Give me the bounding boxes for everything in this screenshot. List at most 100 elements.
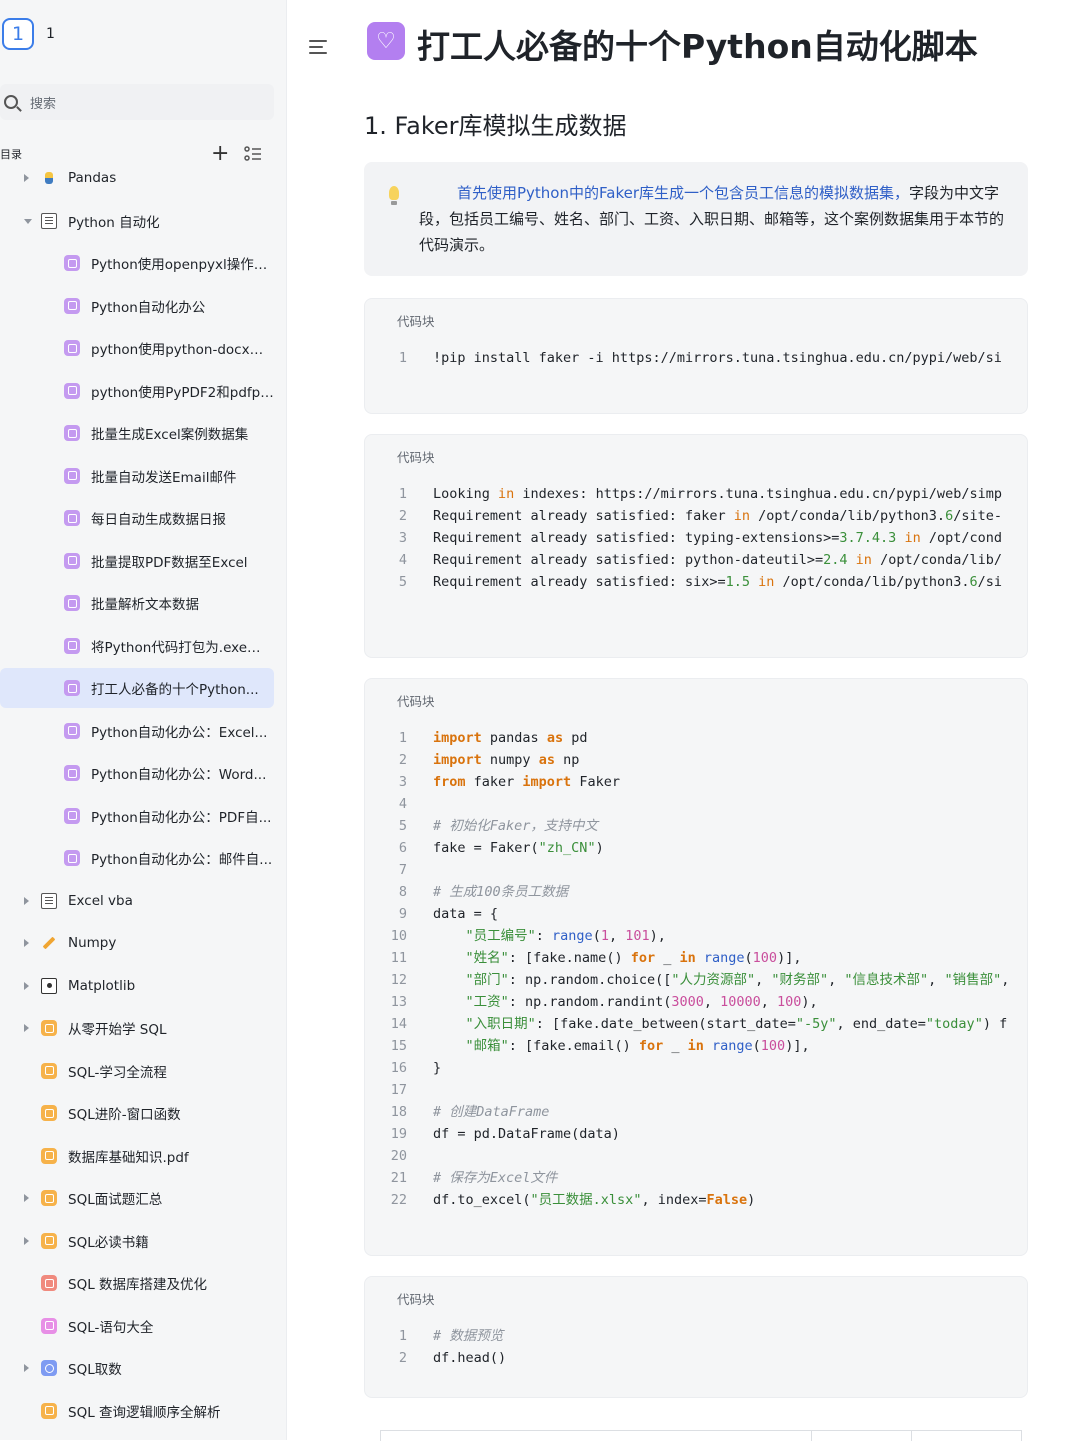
code-line: 16}	[365, 1057, 1027, 1079]
code-line: 4	[365, 793, 1027, 815]
tree-item[interactable]: Python自动化办公	[0, 286, 274, 326]
lightbulb-icon	[389, 186, 399, 205]
tree-item[interactable]: 打工人必备的十个Python...	[0, 668, 274, 708]
tree-item[interactable]: Python使用openpyxl操作e...	[0, 243, 274, 283]
chevron-right-icon[interactable]	[24, 981, 29, 990]
tree-item[interactable]: SQL 查询逻辑顺序全解析	[0, 1391, 274, 1431]
code-line: 1 import pandas as pd	[365, 727, 1027, 749]
tree-item[interactable]: 数据库基础知识.pdf	[0, 1136, 274, 1176]
tree-item-label: Matplotlib	[68, 977, 136, 994]
tree-item[interactable]: SQL-学习全流程	[0, 1051, 274, 1091]
tree-item[interactable]: 将Python代码打包为.exe程序	[0, 626, 274, 666]
chevron-right-icon[interactable]	[24, 1236, 29, 1245]
code-text: # 保存为Excel文件	[433, 1170, 558, 1186]
tree-item-label: SQL 数据库搭建及优化	[68, 1277, 208, 1293]
tree-item[interactable]: SQL取数	[0, 1348, 274, 1388]
tree-item[interactable]: Numpy	[0, 923, 274, 963]
tree-item[interactable]: 从零开始学 SQL	[0, 1008, 274, 1048]
tree-item[interactable]: Python自动化办公：Word...	[0, 753, 274, 793]
code-text: from faker import Faker	[433, 774, 620, 790]
code-block-caption: 代码块	[397, 694, 435, 709]
line-number: 4	[398, 796, 407, 812]
code-text: df = pd.DataFrame(data)	[433, 1126, 620, 1142]
purple-page-icon	[64, 850, 80, 866]
tree-item-label: Python自动化办公：PDF自...	[91, 809, 272, 826]
tree-item[interactable]: Matplotlib	[0, 966, 274, 1006]
tree-item-label: python使用PyPDF2和pdfpl...	[91, 384, 274, 401]
chevron-down-icon[interactable]	[24, 218, 32, 224]
line-number: 6	[398, 840, 407, 856]
tree-item-label: 批量提取PDF数据至Excel	[91, 554, 248, 571]
tree-item-label: 从零开始学 SQL	[68, 1022, 167, 1038]
tree-item-label: 数据库基础知识.pdf	[68, 1149, 189, 1166]
purple-page-icon	[64, 297, 80, 314]
callout-text: 首先使用Python中的Faker库生成一个包含员工信息的模拟数据集，字段为中文…	[419, 180, 1015, 258]
tree-item[interactable]: Python自动化办公：PDF自...	[0, 796, 274, 836]
code-block[interactable]: 代码块 1 Looking in indexes: https://mirrors…	[364, 434, 1028, 658]
tree-item[interactable]: SQL 数据库搭建及优化	[0, 1263, 274, 1303]
code-line: 7	[365, 859, 1027, 881]
code-line: 1 Looking in indexes: https://mirrors.tun…	[365, 483, 1027, 505]
code-text: Requirement already satisfied: python-da…	[433, 552, 1002, 568]
tree-item[interactable]: Python自动化办公：Excel...	[0, 711, 274, 751]
line-number: 13	[390, 994, 407, 1010]
tree-item[interactable]: SQL进阶-窗口函数	[0, 1093, 274, 1133]
workspace-switcher[interactable]: 1 1	[2, 18, 55, 50]
chevron-right-icon[interactable]	[24, 1194, 29, 1202]
tree-item[interactable]: Python 自动化	[0, 201, 274, 241]
menu-icon[interactable]	[309, 40, 327, 54]
code-text: "工资": np.random.randint(3000, 10000, 100…	[465, 994, 818, 1010]
tree-item-label: python使用python-docx操...	[91, 342, 274, 358]
code-line: 1 # 数据预览	[365, 1325, 1027, 1347]
code-block[interactable]: 代码块 1 import pandas as pd 2 import numpy as…	[364, 678, 1028, 1256]
tree-item[interactable]: 批量解析文本数据	[0, 583, 274, 623]
code-line: 13 "工资": np.random.randint(3000, 10000, …	[365, 991, 1027, 1013]
search-box[interactable]: 搜索	[0, 84, 274, 120]
code-line: 10 "员工编号": range(1, 101),	[365, 925, 1027, 947]
chevron-right-icon[interactable]	[24, 939, 29, 947]
code-text: # 生成100条员工数据	[433, 884, 569, 900]
tree-item-label: Python自动化办公	[91, 299, 206, 316]
code-text: df.head()	[433, 1350, 507, 1366]
chevron-right-icon[interactable]	[24, 174, 29, 182]
code-block[interactable]: 代码块 1 !pip install faker -i https://mirro…	[364, 298, 1028, 414]
orange-page-icon	[41, 1402, 57, 1419]
orange-page-icon	[41, 1232, 57, 1249]
code-line: 2 df.head()	[365, 1347, 1027, 1369]
page-heart-icon: ♡	[367, 22, 405, 60]
code-line: 2 import numpy as np	[365, 749, 1027, 771]
chevron-right-icon[interactable]	[24, 1024, 29, 1032]
code-block[interactable]: 代码块 1 # 数据预览 2 df.head()	[364, 1276, 1028, 1398]
tree-item-label: 每日自动生成数据日报	[91, 512, 226, 528]
tree-item[interactable]: Python自动化办公：邮件自...	[0, 838, 274, 878]
tree-item[interactable]: python使用PyPDF2和pdfpl...	[0, 371, 274, 411]
tree-item[interactable]: 批量提取PDF数据至Excel	[0, 541, 274, 581]
image-icon	[41, 977, 57, 994]
table-top-edge	[380, 1430, 1022, 1441]
code-line: 15 "邮箱": [fake.email() for _ in range(10…	[365, 1035, 1027, 1057]
tree-item[interactable]: 批量生成Excel案例数据集	[0, 413, 274, 453]
code-text: # 数据预览	[433, 1328, 504, 1344]
tree-item[interactable]: 批量自动发送Email邮件	[0, 456, 274, 496]
workspace-badge[interactable]: 1	[2, 18, 34, 50]
chevron-right-icon[interactable]	[24, 896, 29, 905]
line-number: 20	[390, 1148, 407, 1164]
tree-item-label: Python使用openpyxl操作e...	[91, 257, 274, 273]
pink-page-icon	[41, 1317, 57, 1334]
tree-item[interactable]: SQL面试题汇总	[0, 1178, 274, 1218]
tree-item-label: Pandas	[68, 170, 117, 186]
purple-page-icon	[64, 595, 80, 611]
tree-item[interactable]: SQL-语句大全	[0, 1306, 274, 1346]
code-text: "邮箱": [fake.email() for _ in range(100)]…	[465, 1038, 810, 1054]
code-line: 3 from faker import Faker	[365, 771, 1027, 793]
tree-item[interactable]: python使用python-docx操...	[0, 328, 274, 368]
code-line: 3 Requirement already satisfied: typing-e…	[365, 527, 1027, 549]
tree-item[interactable]: SQL必读书籍	[0, 1221, 274, 1261]
tree-item[interactable]: Excel vba	[0, 881, 274, 921]
code-line: 2 Requirement already satisfied: faker in…	[365, 505, 1027, 527]
purple-page-icon	[64, 807, 80, 824]
purple-page-icon	[64, 722, 80, 739]
tree-item[interactable]: 每日自动生成数据日报	[0, 498, 274, 538]
chevron-right-icon[interactable]	[24, 1364, 29, 1372]
tree-item[interactable]: Pandas	[0, 158, 274, 198]
